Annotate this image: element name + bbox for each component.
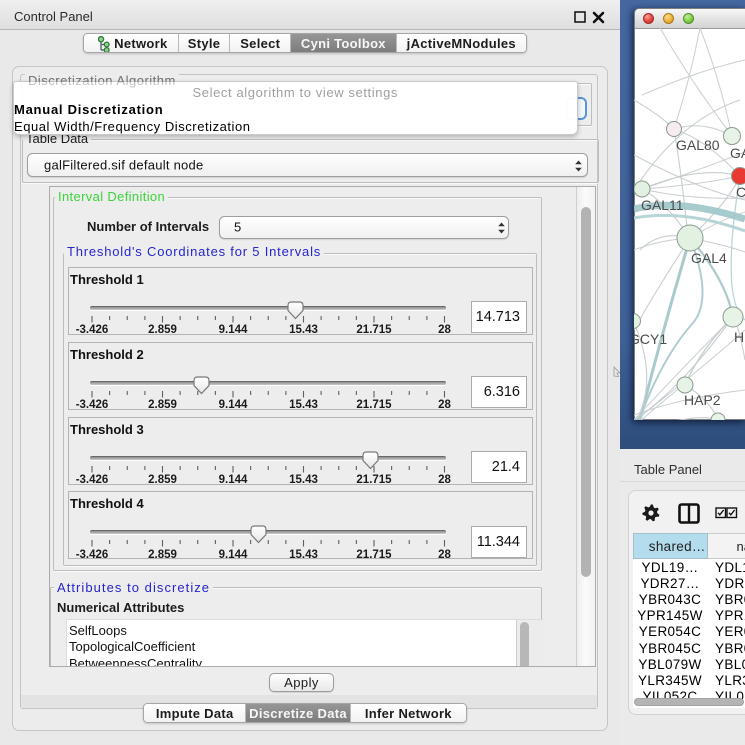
svg-text:CYB: CYB (736, 184, 745, 200)
svg-text:GAL11: GAL11 (641, 197, 684, 213)
svg-text:GAL80: GAL80 (676, 137, 720, 153)
svg-text:HIS: HIS (734, 329, 745, 345)
svg-text:GCY1: GCY1 (634, 331, 667, 347)
svg-text:GAL4: GAL4 (691, 250, 727, 266)
svg-text:GAL4: GAL4 (730, 145, 745, 161)
svg-text:HAP2: HAP2 (684, 392, 721, 408)
